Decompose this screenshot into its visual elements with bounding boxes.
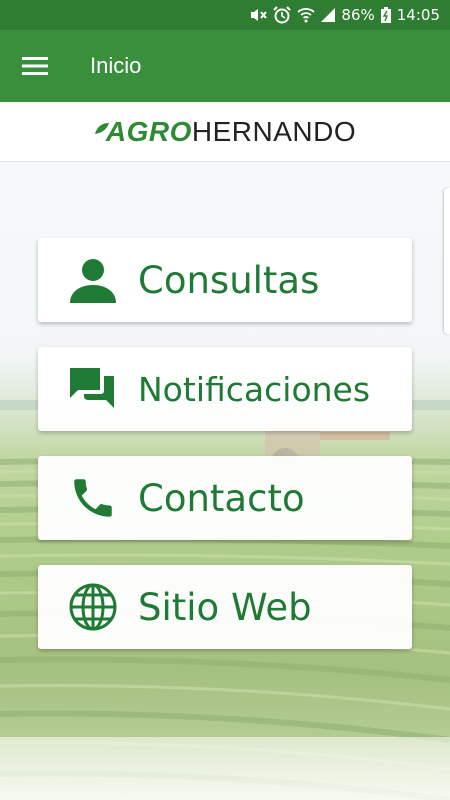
page-title: Inicio — [90, 53, 142, 78]
consultas-button[interactable]: Consultas — [38, 238, 412, 322]
battery-icon — [380, 7, 391, 23]
battery-percent: 86% — [341, 6, 375, 24]
logo-banner: AGRO HERNANDO — [0, 102, 450, 162]
signal-icon — [321, 8, 336, 22]
side-drawer-handle[interactable] — [444, 188, 450, 334]
chat-icon — [68, 364, 118, 414]
clock: 14:05 — [396, 6, 440, 24]
wifi-icon — [297, 7, 316, 23]
app-bar: Inicio — [0, 30, 450, 102]
notificaciones-button[interactable]: Notificaciones — [38, 347, 412, 431]
mute-icon — [249, 7, 268, 23]
logo-hernando: HERNANDO — [191, 115, 357, 147]
contacto-button[interactable]: Contacto — [38, 456, 412, 540]
sitio-web-button[interactable]: Sitio Web — [38, 565, 412, 649]
phone-icon — [68, 473, 118, 523]
globe-icon — [68, 582, 118, 632]
bottom-fade — [0, 737, 450, 800]
status-bar: 86% 14:05 — [0, 0, 450, 30]
company-logo: AGRO HERNANDO — [94, 116, 356, 148]
person-icon — [68, 255, 118, 305]
logo-agro: AGRO — [105, 115, 192, 147]
consultas-label: Consultas — [138, 258, 320, 302]
alarm-icon — [273, 6, 292, 24]
contacto-label: Contacto — [138, 476, 305, 520]
sitio-web-label: Sitio Web — [138, 585, 312, 629]
menu-button[interactable] — [0, 30, 70, 102]
hamburger-menu-icon — [22, 57, 48, 75]
notificaciones-label: Notificaciones — [138, 369, 371, 409]
